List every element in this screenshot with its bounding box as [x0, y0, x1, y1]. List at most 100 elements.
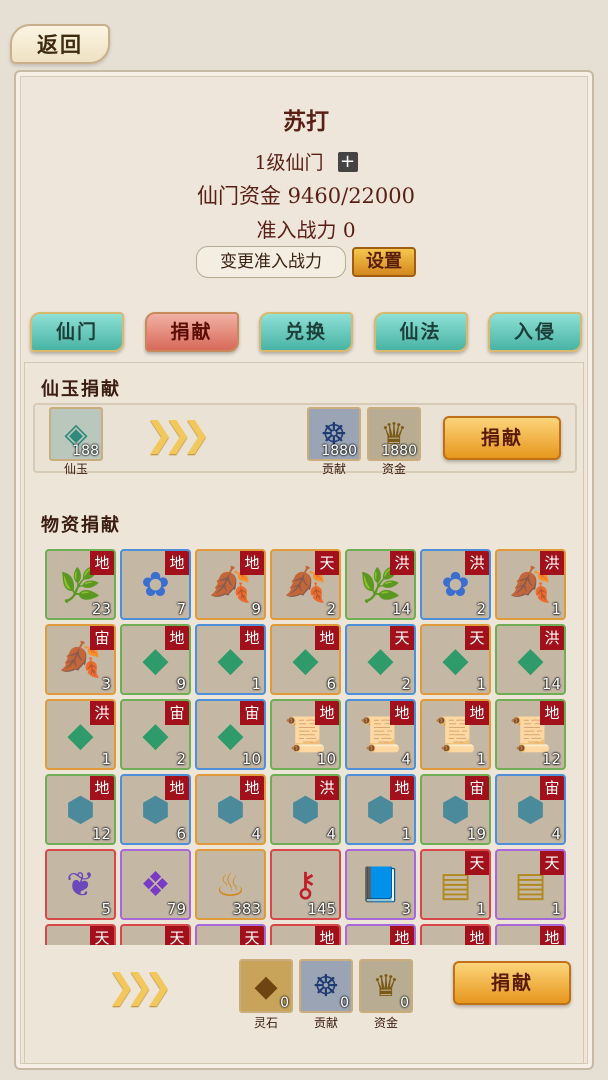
material-item[interactable]: ⟋地 — [495, 924, 566, 945]
material-item[interactable]: ▤天 — [45, 924, 116, 945]
material-item[interactable]: ⬢ 地 6 — [120, 774, 191, 845]
jade-donate-row: ◈ 188 仙玉 ❯❯❯ ☸ 1880 贡献 ♛ 1880 资金 捐献 — [33, 403, 577, 476]
material-item[interactable]: ⬢ 宙 19 — [420, 774, 491, 845]
material-item[interactable]: ◆ 宙 2 — [120, 699, 191, 770]
material-item[interactable]: ✿ 洪 2 — [420, 549, 491, 620]
arrow-right-icon: ❯❯❯ — [145, 415, 211, 455]
item-count: 19 — [466, 825, 486, 843]
sect-panel: 苏打 1级仙门 + 仙门资金 9460/22000 准入战力 0 变更准入战力 … — [14, 70, 594, 1070]
item-count: 4 — [251, 825, 261, 843]
arrow-right-icon: ❯❯❯ — [107, 967, 173, 1007]
grade-tag: 洪 — [540, 551, 564, 575]
grade-tag: 天 — [465, 851, 489, 875]
material-item[interactable]: ⟋地 — [345, 924, 416, 945]
item-count: 1 — [101, 750, 111, 768]
grade-tag: 地 — [165, 776, 189, 800]
material-item[interactable]: 📜 地 1 — [420, 699, 491, 770]
item-count: 1 — [476, 900, 486, 918]
material-item[interactable]: 📜 地 10 — [270, 699, 341, 770]
material-item[interactable]: ❦ 5 — [45, 849, 116, 920]
material-item[interactable]: ⬢ 地 12 — [45, 774, 116, 845]
material-item[interactable]: ◆ 洪 14 — [495, 624, 566, 695]
jade-item[interactable]: ◈ 188 — [49, 407, 103, 461]
material-item[interactable]: 🍂 宙 3 — [45, 624, 116, 695]
material-section-title: 物资捐献 — [41, 515, 121, 536]
tab-invasion[interactable]: 入侵 — [488, 312, 582, 352]
funds-reward-item: ♛ 1880 — [367, 407, 421, 461]
material-item[interactable]: ▤ 天 1 — [420, 849, 491, 920]
tab-exchange[interactable]: 兑换 — [259, 312, 353, 352]
item-count: 4 — [551, 825, 561, 843]
material-item[interactable]: ◆ 地 9 — [120, 624, 191, 695]
item-count: 9 — [251, 600, 261, 618]
material-item[interactable]: ◆ 地 6 — [270, 624, 341, 695]
grade-tag: 地 — [315, 701, 339, 725]
material-item[interactable]: ◆ 地 1 — [195, 624, 266, 695]
material-item[interactable]: ◆ 宙 10 — [195, 699, 266, 770]
upgrade-plus-icon[interactable]: + — [337, 151, 358, 172]
contribution-reward-item: ☸ 1880 — [307, 407, 361, 461]
material-donate-button[interactable]: 捐献 — [453, 961, 571, 1005]
jade-donate-button[interactable]: 捐献 — [443, 416, 561, 460]
material-item[interactable]: ◆ 天 2 — [345, 624, 416, 695]
material-item[interactable]: ●天 — [195, 924, 266, 945]
material-item[interactable]: ⬢ 地 1 — [345, 774, 416, 845]
grade-tag: 天 — [165, 926, 189, 945]
grade-tag: 洪 — [465, 551, 489, 575]
settings-button[interactable]: 设置 — [352, 247, 416, 277]
contribution-reward-item: ☸ 0 — [299, 959, 353, 1013]
material-item[interactable]: 🌿 洪 14 — [345, 549, 416, 620]
material-item[interactable]: 🍂 洪 1 — [495, 549, 566, 620]
grade-tag: 地 — [390, 701, 414, 725]
item-count: 10 — [316, 750, 336, 768]
grade-tag: 洪 — [390, 551, 414, 575]
material-item[interactable]: ⬢ 地 4 — [195, 774, 266, 845]
item-count: 1 — [251, 675, 261, 693]
grade-tag: 地 — [240, 776, 264, 800]
item-count: 4 — [401, 750, 411, 768]
item-count: 23 — [91, 600, 111, 618]
material-item[interactable]: ❖ 79 — [120, 849, 191, 920]
material-item[interactable]: ⟋地 — [420, 924, 491, 945]
material-item[interactable]: ◆ 洪 1 — [45, 699, 116, 770]
item-count: 1 — [551, 600, 561, 618]
material-item[interactable]: 📜 地 4 — [345, 699, 416, 770]
change-power-button[interactable]: 变更准入战力 — [196, 246, 346, 278]
material-item[interactable]: ▤ 天 1 — [495, 849, 566, 920]
material-item[interactable]: 🌿 地 23 — [45, 549, 116, 620]
grade-tag: 洪 — [90, 701, 114, 725]
item-count: 1 — [401, 825, 411, 843]
item-count: 1 — [551, 900, 561, 918]
material-item[interactable]: ▤天 — [120, 924, 191, 945]
jade-count: 188 — [72, 443, 99, 459]
material-item[interactable]: 🍂 地 9 — [195, 549, 266, 620]
grade-tag: 地 — [90, 776, 114, 800]
material-item[interactable]: 📜 地 12 — [495, 699, 566, 770]
grade-tag: 地 — [315, 626, 339, 650]
grade-tag: 地 — [390, 776, 414, 800]
tab-skills[interactable]: 仙法 — [373, 312, 468, 352]
spirit-stone-reward-item: ◆ 0 — [239, 959, 293, 1013]
tab-donate[interactable]: 捐献 — [144, 312, 239, 352]
tab-sect[interactable]: 仙门 — [30, 312, 124, 352]
material-item[interactable]: ⬢ 宙 4 — [495, 774, 566, 845]
material-item[interactable]: ⚷ 145 — [270, 849, 341, 920]
material-item[interactable]: 📘 3 — [345, 849, 416, 920]
grade-tag: 宙 — [90, 626, 114, 650]
contribution-reward-label: 贡献 — [321, 462, 346, 476]
item-count: 1 — [476, 675, 486, 693]
contribution-reward-label: 贡献 — [313, 1016, 338, 1030]
material-item[interactable]: ⬢ 洪 4 — [270, 774, 341, 845]
back-button[interactable]: 返回 — [10, 24, 110, 64]
power-value: 0 — [342, 218, 356, 242]
funds-reward-count: 0 — [400, 995, 409, 1011]
grade-tag: 宙 — [540, 776, 564, 800]
item-count: 10 — [241, 750, 261, 768]
tab-bar: 仙门 捐献 兑换 仙法 入侵 — [30, 312, 582, 358]
material-item[interactable]: ◆ 天 1 — [420, 624, 491, 695]
material-item[interactable]: ✿ 地 7 — [120, 549, 191, 620]
material-item[interactable]: ♨ 383 — [195, 849, 266, 920]
material-item[interactable]: ⟋地 — [270, 924, 341, 945]
funds-label: 仙门资金 — [196, 184, 281, 208]
material-item[interactable]: 🍂 天 2 — [270, 549, 341, 620]
